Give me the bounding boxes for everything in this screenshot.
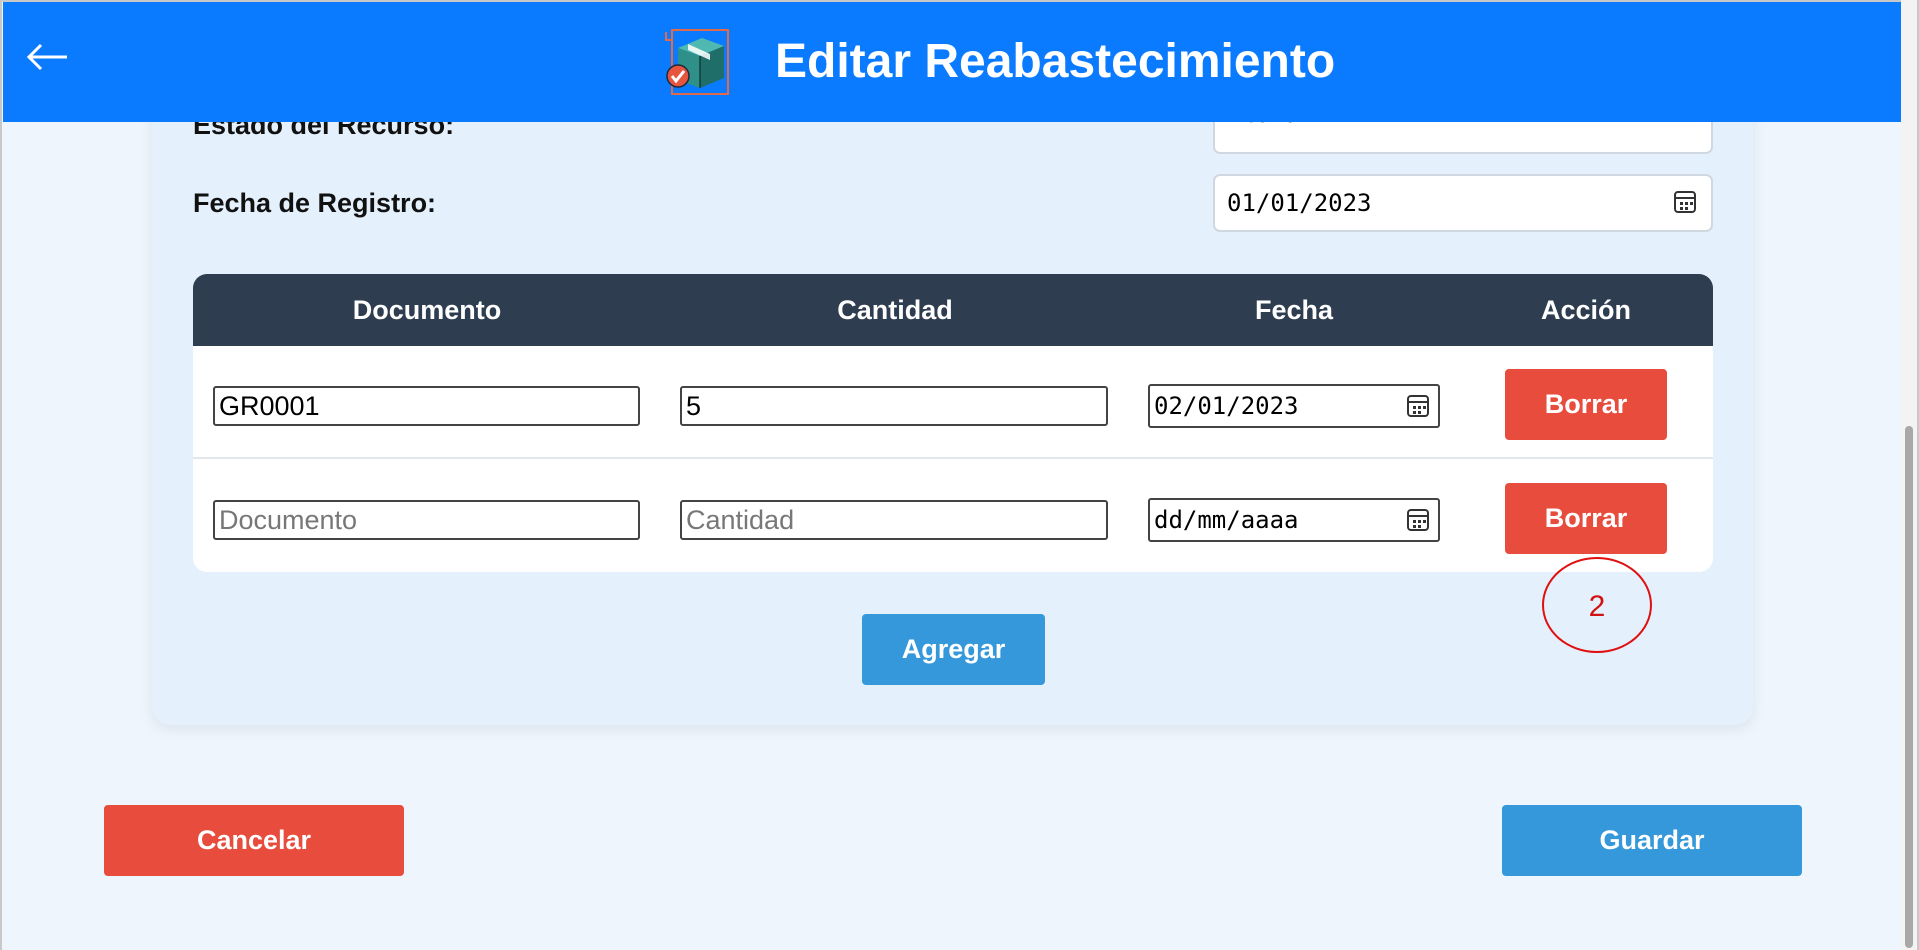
annotation-circle: 2 — [1542, 557, 1652, 653]
table-row: Documento Cantidad dd/mm/aaaa Borrar — [193, 460, 1713, 572]
fecha-registro-value: 01/01/2023 — [1227, 189, 1372, 217]
page-content: Estado del Recurso: Activo Fecha de Regi… — [0, 0, 1900, 950]
table-header: Documento Cantidad Fecha Acción — [193, 274, 1713, 346]
documento-input[interactable]: Documento — [213, 500, 640, 540]
fecha-placeholder: dd/mm/aaaa — [1154, 506, 1299, 534]
documento-input[interactable]: GR0001 — [213, 386, 640, 426]
fecha-value: 02/01/2023 — [1154, 392, 1299, 420]
page-title: Editar Reabastecimiento — [775, 35, 1336, 88]
arrow-left-icon[interactable] — [25, 34, 71, 80]
calendar-icon[interactable] — [1407, 509, 1429, 531]
reabastecimiento-table: Documento Cantidad Fecha Acción GR0001 5… — [193, 274, 1713, 572]
fecha-registro-input[interactable]: 01/01/2023 — [1213, 174, 1713, 232]
calendar-icon[interactable] — [1674, 191, 1696, 213]
header-cantidad: Cantidad — [837, 295, 953, 325]
app-header: Editar Reabastecimiento — [3, 2, 1901, 122]
header-accion: Acción — [1540, 295, 1632, 325]
header-documento: Documento — [352, 295, 502, 325]
cantidad-input[interactable]: Cantidad — [680, 500, 1108, 540]
borrar-button[interactable]: Borrar — [1505, 369, 1667, 440]
cancelar-button[interactable]: Cancelar — [104, 805, 404, 876]
fecha-registro-label: Fecha de Registro: — [193, 188, 437, 218]
borrar-button[interactable]: Borrar — [1505, 483, 1667, 554]
table-row: GR0001 5 02/01/2023 Borrar — [193, 346, 1713, 459]
box-restock-icon — [665, 29, 729, 95]
cantidad-input[interactable]: 5 — [680, 386, 1108, 426]
fecha-input[interactable]: dd/mm/aaaa — [1148, 498, 1440, 542]
scrollbar-thumb[interactable] — [1905, 426, 1913, 948]
fecha-input[interactable]: 02/01/2023 — [1148, 384, 1440, 428]
header-fecha: Fecha — [1254, 295, 1334, 325]
agregar-button[interactable]: Agregar — [862, 614, 1045, 685]
guardar-button[interactable]: Guardar — [1502, 805, 1802, 876]
calendar-icon[interactable] — [1407, 395, 1429, 417]
